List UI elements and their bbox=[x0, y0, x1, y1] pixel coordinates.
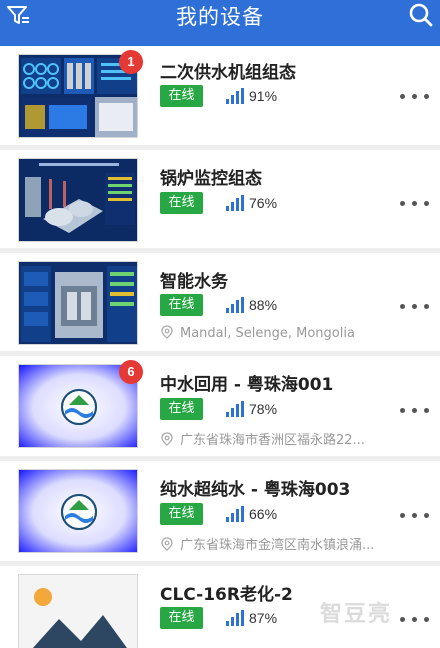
status-badge: 在线 bbox=[160, 398, 203, 420]
device-card[interactable]: 纯水超纯水 - 粤珠海003 在线 66% 广东省珠海市金湾区南水镇浪涌... bbox=[0, 461, 440, 561]
more-options-button[interactable] bbox=[400, 298, 430, 314]
device-location: 广东省珠海市香洲区福永路22... bbox=[160, 429, 390, 448]
signal-strength: 91% bbox=[249, 88, 278, 104]
search-icon[interactable] bbox=[408, 2, 434, 28]
signal-icon bbox=[226, 401, 244, 417]
more-options-button[interactable] bbox=[400, 88, 430, 104]
device-card[interactable]: 锅炉监控组态 在线 76% bbox=[0, 150, 440, 248]
location-pin-icon bbox=[161, 537, 173, 551]
device-name: 纯水超纯水 - 粤珠海003 bbox=[160, 480, 351, 500]
device-thumbnail bbox=[18, 469, 138, 553]
signal-strength: 76% bbox=[249, 195, 278, 211]
device-name: 智能水务 bbox=[160, 272, 228, 292]
page-title: 我的设备 bbox=[176, 5, 264, 29]
alarm-count-badge: 1 bbox=[119, 50, 143, 74]
location-text: 广东省珠海市金湾区南水镇浪涌... bbox=[180, 538, 375, 553]
location-pin-icon bbox=[161, 325, 173, 339]
device-thumbnail bbox=[18, 158, 138, 242]
alarm-count-badge: 6 bbox=[119, 360, 143, 384]
more-options-button[interactable] bbox=[400, 402, 430, 418]
signal-strength: 87% bbox=[249, 610, 278, 626]
more-options-button[interactable] bbox=[400, 195, 430, 211]
signal-icon bbox=[226, 195, 244, 211]
signal-strength: 78% bbox=[249, 401, 278, 417]
watermark: 智豆亮 bbox=[319, 602, 392, 627]
device-name: 锅炉监控组态 bbox=[160, 169, 262, 189]
device-card[interactable]: 6 中水回用 - 粤珠海001 在线 78% 广东省珠海市香洲区福永路22... bbox=[0, 356, 440, 456]
device-name: CLC-16R老化-2 bbox=[160, 585, 293, 605]
more-options-button[interactable] bbox=[400, 611, 430, 627]
signal-icon bbox=[226, 297, 244, 313]
device-thumbnail bbox=[18, 261, 138, 345]
device-location: Mandal, Selenge, Mongolia bbox=[160, 325, 390, 341]
device-name: 二次供水机组组态 bbox=[160, 63, 296, 83]
location-text: Mandal, Selenge, Mongolia bbox=[180, 326, 355, 341]
device-card[interactable]: 智能水务 在线 88% Mandal, Selenge, Mongolia bbox=[0, 253, 440, 351]
device-card[interactable]: 1 二次供水机组组态 在线 91% bbox=[0, 46, 440, 145]
device-thumbnail bbox=[18, 574, 138, 648]
device-list: 1 二次供水机组组态 在线 91% 锅炉监控组态 在线 76% 智能水务 在线 … bbox=[0, 46, 440, 648]
more-options-button[interactable] bbox=[400, 507, 430, 523]
device-name: 中水回用 - 粤珠海001 bbox=[160, 375, 334, 395]
status-badge: 在线 bbox=[160, 85, 203, 107]
signal-icon bbox=[226, 610, 244, 626]
signal-strength: 88% bbox=[249, 297, 278, 313]
device-location: 广东省珠海市金湾区南水镇浪涌... bbox=[160, 534, 390, 553]
signal-icon bbox=[226, 88, 244, 104]
status-badge: 在线 bbox=[160, 503, 203, 525]
status-badge: 在线 bbox=[160, 192, 203, 214]
location-pin-icon bbox=[161, 432, 173, 446]
status-badge: 在线 bbox=[160, 607, 203, 629]
location-text: 广东省珠海市香洲区福永路22... bbox=[180, 433, 365, 448]
app-header: 我的设备 bbox=[0, 0, 440, 46]
signal-icon bbox=[226, 506, 244, 522]
status-badge: 在线 bbox=[160, 294, 203, 316]
signal-strength: 66% bbox=[249, 506, 278, 522]
